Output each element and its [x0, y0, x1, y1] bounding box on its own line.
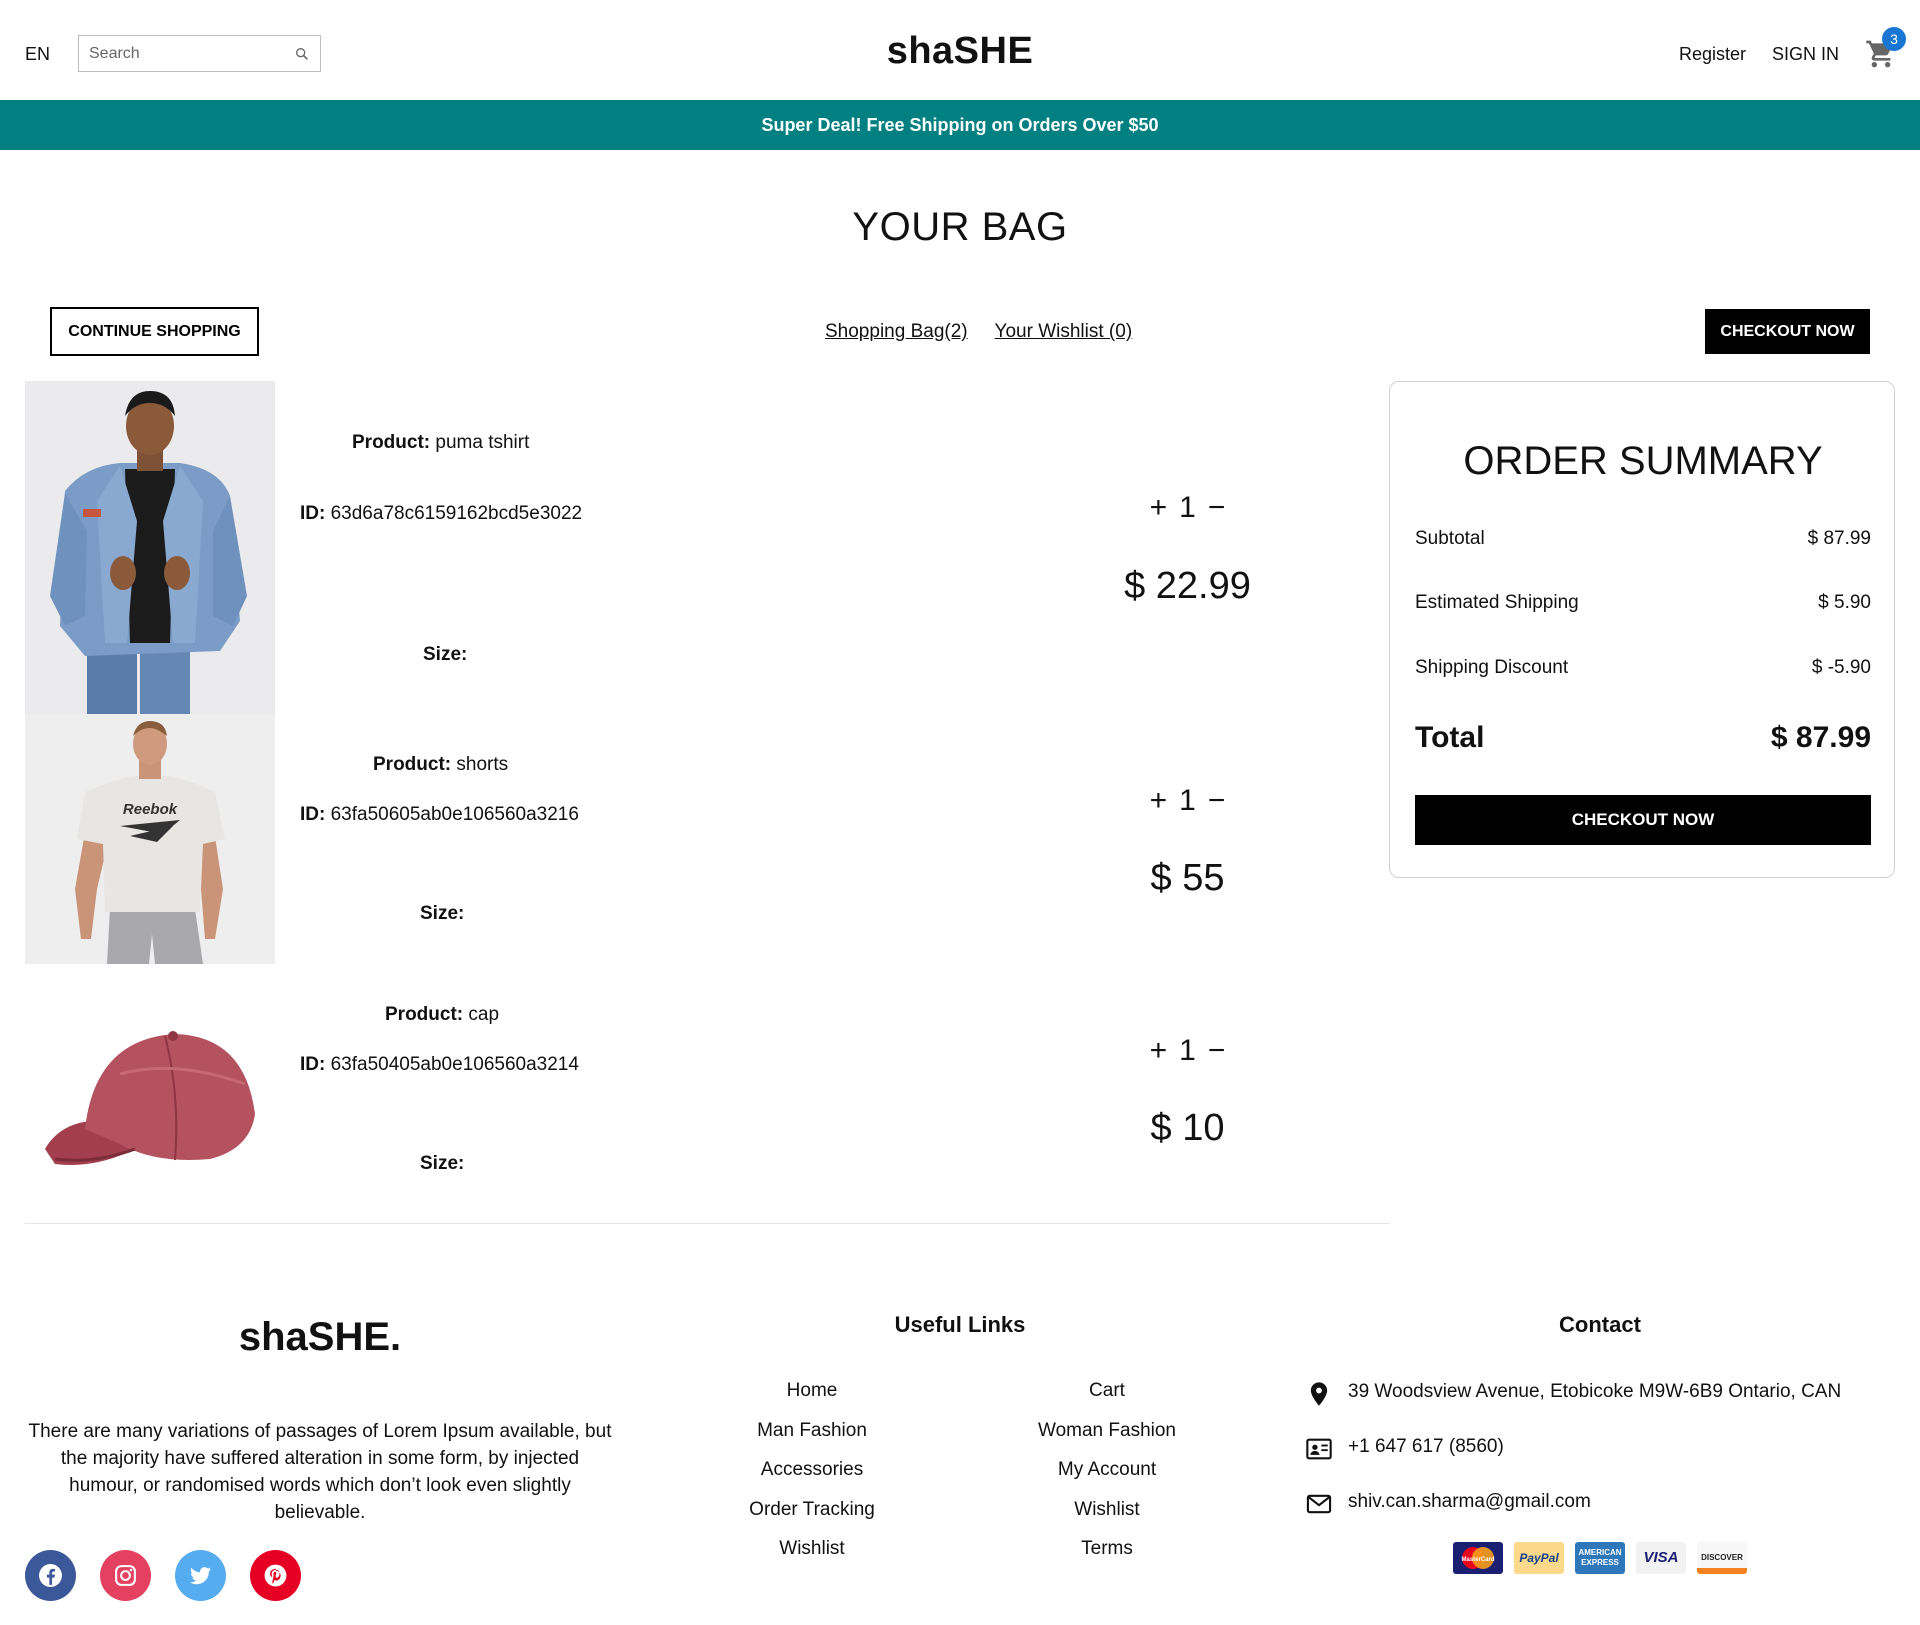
footer-link-home[interactable]: Home: [702, 1380, 922, 1402]
sign-in-link[interactable]: SIGN IN: [1772, 44, 1839, 65]
total-row: Total $ 87.99: [1415, 721, 1871, 754]
visa-logo: VISA: [1636, 1542, 1686, 1574]
useful-links-title: Useful Links: [894, 1312, 1026, 1337]
product-id: ID: 63fa50605ab0e106560a3216: [300, 804, 579, 825]
navbar: EN shaSHE Register SIGN IN 3: [0, 0, 1920, 100]
product-id: ID: 63d6a78c6159162bcd5e3022: [300, 503, 583, 524]
footer-link-accessories[interactable]: Accessories: [702, 1459, 922, 1481]
minus-icon[interactable]: −: [1208, 491, 1226, 525]
product-size: Size:: [420, 1153, 465, 1174]
svg-text:Reebok: Reebok: [123, 801, 178, 818]
divider: [25, 1223, 1390, 1224]
product-image[interactable]: Reebok: [25, 714, 275, 964]
product-price: $ 22.99: [1124, 565, 1251, 607]
product-id: ID: 63fa50405ab0e106560a3214: [300, 1054, 579, 1075]
product-name: Product: shorts: [373, 754, 509, 775]
shopping-bag-link[interactable]: Shopping Bag(2): [825, 321, 968, 342]
bag-tabs: Shopping Bag(2) Your Wishlist (0): [825, 321, 1154, 343]
product-image[interactable]: [25, 381, 275, 714]
footer-link-cart[interactable]: Cart: [997, 1380, 1217, 1402]
footer-description: There are many variations of passages of…: [28, 1421, 612, 1523]
register-link[interactable]: Register: [1679, 44, 1746, 65]
subtotal-value: $ 87.99: [1807, 528, 1871, 549]
product-size: Size:: [420, 903, 465, 924]
pinterest-icon[interactable]: [250, 1550, 301, 1601]
svg-text:MasterCard: MasterCard: [1461, 1557, 1494, 1563]
search-icon[interactable]: [294, 46, 310, 62]
mastercard-logo: MasterCard: [1453, 1542, 1503, 1574]
contact-title: Contact: [1559, 1312, 1641, 1337]
order-summary-title: ORDER SUMMARY: [1463, 439, 1823, 483]
total-value: $ 87.99: [1770, 721, 1871, 754]
language-selector[interactable]: EN: [25, 44, 50, 65]
cart-item: Product: puma tshirt ID: 63d6a78c6159162…: [25, 381, 1390, 714]
cart-item: Product: cap ID: 63fa50405ab0e106560a321…: [25, 964, 1390, 1214]
quantity-value: 1: [1179, 491, 1196, 524]
footer-link-woman-fashion[interactable]: Woman Fashion: [997, 1420, 1217, 1442]
plus-icon[interactable]: +: [1150, 784, 1168, 818]
instagram-icon[interactable]: [100, 1550, 151, 1601]
product-image[interactable]: [25, 964, 275, 1214]
checkout-now-button[interactable]: CHECKOUT NOW: [1415, 795, 1871, 845]
brand-logo[interactable]: shaSHE: [887, 30, 1034, 72]
search-box[interactable]: [78, 35, 321, 72]
footer-link-wishlist[interactable]: Wishlist: [702, 1538, 922, 1560]
product-price: $ 55: [1150, 857, 1225, 899]
order-summary: ORDER SUMMARY Subtotal $ 87.99 Estimated…: [1389, 381, 1895, 878]
facebook-icon[interactable]: [25, 1550, 76, 1601]
search-input[interactable]: [89, 42, 279, 66]
cart-item: Reebok Product: shorts ID: 63fa50605ab0e…: [25, 714, 1390, 964]
quantity-control: +1−: [1120, 1034, 1255, 1068]
discover-logo: DISCOVER: [1697, 1542, 1747, 1574]
announcement-bar: Super Deal! Free Shipping on Orders Over…: [0, 100, 1920, 150]
footer-link-wishlist-2[interactable]: Wishlist: [997, 1499, 1217, 1521]
footer-link-terms[interactable]: Terms: [997, 1538, 1217, 1560]
minus-icon[interactable]: −: [1208, 1034, 1226, 1068]
footer-link-man-fashion[interactable]: Man Fashion: [702, 1420, 922, 1442]
quantity-value: 1: [1179, 1034, 1196, 1067]
product-price: $ 10: [1150, 1107, 1225, 1149]
quantity-control: +1−: [1120, 784, 1255, 818]
continue-shopping-button[interactable]: CONTINUE SHOPPING: [50, 307, 259, 356]
contact-card-icon: [1306, 1438, 1332, 1460]
page-title: YOUR BAG: [852, 205, 1068, 249]
shipping-row: Estimated Shipping $ 5.90: [1415, 592, 1871, 613]
discount-row: Shipping Discount $ -5.90: [1415, 657, 1871, 678]
wishlist-link[interactable]: Your Wishlist (0): [995, 321, 1133, 342]
checkout-now-top-button[interactable]: CHECKOUT NOW: [1705, 309, 1870, 354]
plus-icon[interactable]: +: [1150, 491, 1168, 525]
subtotal-row: Subtotal $ 87.99: [1415, 528, 1871, 549]
product-name: Product: cap: [385, 1004, 500, 1025]
twitter-icon[interactable]: [175, 1550, 226, 1601]
mail-icon: [1306, 1494, 1332, 1514]
product-size: Size:: [423, 644, 468, 665]
minus-icon[interactable]: −: [1208, 784, 1226, 818]
product-name: Product: puma tshirt: [352, 432, 530, 453]
cart-count-badge: 3: [1882, 27, 1906, 51]
quantity-value: 1: [1179, 784, 1196, 817]
paypal-logo: PayPal: [1514, 1542, 1564, 1574]
discount-value: $ -5.90: [1811, 657, 1871, 678]
footer-logo: shaSHE.: [238, 1315, 402, 1359]
amex-logo: AMERICAN EXPRESS: [1575, 1542, 1625, 1574]
location-pin-icon: [1310, 1382, 1328, 1406]
plus-icon[interactable]: +: [1150, 1034, 1168, 1068]
footer-link-my-account[interactable]: My Account: [997, 1459, 1217, 1481]
quantity-control: +1−: [1120, 491, 1255, 525]
shipping-value: $ 5.90: [1818, 592, 1871, 613]
footer-link-order-tracking[interactable]: Order Tracking: [702, 1499, 922, 1521]
